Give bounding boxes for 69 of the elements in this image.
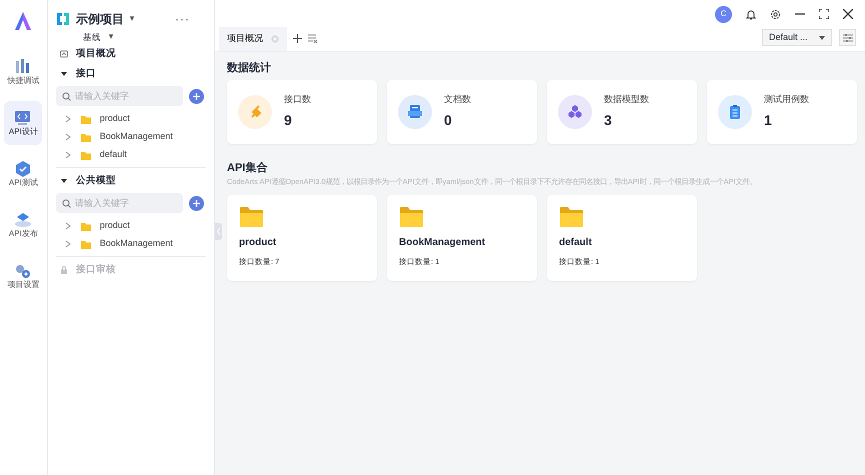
section-title: 公共模型 [76,174,116,188]
bell-icon[interactable] [746,8,756,20]
chevron-right-icon[interactable] [64,151,72,159]
collection-name: BookManagement [399,236,486,250]
folder-icon [80,220,92,232]
tree-item[interactable]: BookManagement [100,130,173,144]
collapse-handle-icon[interactable] [215,223,222,240]
sliders-icon [842,32,852,42]
chevron-right-icon[interactable] [64,133,72,141]
folder-icon [399,206,424,228]
lock-icon [60,266,68,274]
folder-icon [80,114,92,124]
folder-icon [80,132,92,142]
filter-settings-button[interactable] [839,29,856,46]
environment-select[interactable]: Default ... [762,29,832,46]
add-button[interactable] [189,88,204,104]
stat-label: 文档数 [444,93,471,106]
section-title: 接口 [76,66,96,81]
chevron-right-icon[interactable] [64,222,72,230]
rail-nav-item[interactable]: 快捷调试 [4,50,42,94]
fullscreen-icon[interactable] [819,9,829,19]
section-heading: API集合 [227,160,268,172]
tree-item[interactable]: BookManagement [100,237,173,251]
tab[interactable]: 项目概况 [219,27,287,51]
caret-icon [819,36,825,40]
project-logo-icon [56,12,70,26]
overview-icon [60,50,68,58]
close-icon[interactable] [843,9,853,19]
stat-value: 9 [284,110,293,130]
stat-label: 接口数 [284,93,311,106]
caret-icon[interactable]: ▾ [108,30,114,44]
rail-nav-item[interactable]: API设计 [4,101,42,145]
tree-item[interactable]: default [100,148,127,162]
more-menu[interactable]: ··· [175,10,190,28]
folder-icon [559,206,584,228]
rail-nav-item[interactable]: API测试 [4,152,42,196]
stat-value: 1 [764,110,773,130]
stat-label: 数据模型数 [604,93,649,106]
stacked-platform-icon [13,210,34,228]
branch-name[interactable]: 基线 [82,30,101,44]
stat-label: 测试用例数 [764,93,809,106]
search-field[interactable]: 请输入关键字 [56,193,183,213]
collapse-triangle-icon[interactable] [60,70,68,78]
clear-tabs-icon[interactable] [308,34,318,44]
stat-value: 0 [444,110,453,130]
rail-nav-item[interactable]: 项目设置 [4,254,42,298]
tree-item[interactable]: product [100,112,130,126]
folder-icon [80,150,92,160]
rail-nav-item[interactable]: API发布 [4,203,42,247]
section-heading: 数据统计 [227,60,272,72]
chevron-right-icon[interactable] [64,115,72,123]
plus-icon [193,200,200,206]
tree-item[interactable]: product [100,219,130,233]
plus-icon [193,92,200,100]
collection-name: default [559,236,593,250]
section-link[interactable]: 项目概况 [76,46,116,62]
plus-icon[interactable] [293,34,302,43]
search-field[interactable]: 请输入关键字 [56,86,183,106]
folder-icon [239,206,264,228]
folder-icon [80,238,92,250]
add-button[interactable] [189,196,204,210]
settings-icon[interactable] [770,8,781,20]
collapse-triangle-icon[interactable] [60,177,68,185]
section-link: 接口审核 [76,262,116,277]
chevron-right-icon[interactable] [64,240,72,248]
caret-icon[interactable]: ▾ [130,12,134,26]
project-name[interactable]: 示例项目 [76,10,124,28]
stat-value: 3 [604,110,613,130]
collection-name: product [239,236,278,250]
